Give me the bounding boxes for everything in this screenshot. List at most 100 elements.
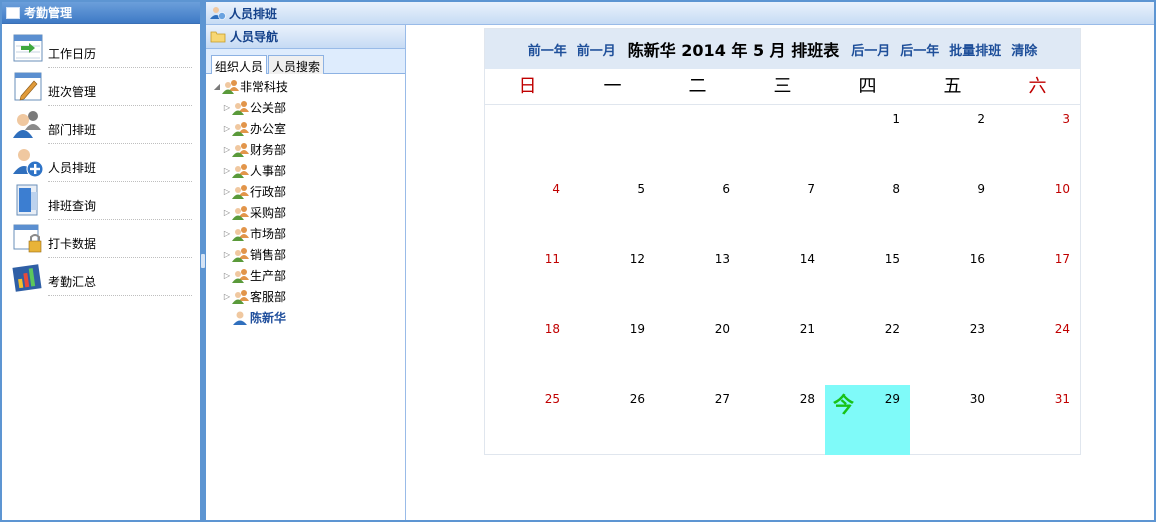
day-number: 8 — [892, 182, 900, 196]
collapsed-arrow-icon[interactable]: ▷ — [222, 271, 232, 280]
calendar-day-cell[interactable]: 26 — [570, 385, 655, 455]
calendar-day-cell[interactable]: 9 — [910, 175, 995, 245]
calendar-day-cell[interactable]: 5 — [570, 175, 655, 245]
day-number: 17 — [1054, 252, 1070, 266]
menu-item-shift-management[interactable]: 班次管理 — [12, 68, 192, 106]
menu-item-work-calendar[interactable]: 工作日历 — [12, 30, 192, 68]
calendar-day-cell[interactable]: 15 — [825, 245, 910, 315]
group-icon — [232, 289, 249, 304]
prev-year-link[interactable]: 前一年 — [528, 40, 567, 59]
prev-month-link[interactable]: 前一月 — [577, 40, 616, 59]
calendar-day-cell[interactable]: 20 — [655, 315, 740, 385]
tab-personnel-search[interactable]: 人员搜索 — [268, 55, 325, 74]
day-number: 26 — [629, 392, 645, 406]
day-number: 3 — [1062, 112, 1070, 126]
attendance-menu-title: 考勤管理 — [24, 6, 73, 20]
collapsed-arrow-icon[interactable]: ▷ — [222, 145, 232, 154]
menu-item-department-schedule[interactable]: 部门排班 — [12, 106, 192, 144]
menu-item-attendance-summary[interactable]: 考勤汇总 — [12, 258, 192, 296]
menu-item-label: 排班查询 — [48, 199, 97, 213]
collapsed-arrow-icon[interactable]: ▷ — [222, 229, 232, 238]
day-number: 30 — [969, 392, 985, 406]
calendar-day-cell[interactable]: 23 — [910, 315, 995, 385]
calendar-day-cell[interactable]: 8 — [825, 175, 910, 245]
calendar-day-cell[interactable]: 3 — [995, 105, 1080, 175]
collapsed-arrow-icon[interactable]: ▷ — [222, 166, 232, 175]
expanded-arrow-icon[interactable]: ◢ — [212, 82, 222, 91]
tree-node-department[interactable]: ▷ 生产部 — [222, 265, 286, 286]
weekday-label: 六 — [1028, 76, 1047, 97]
tree-node-user[interactable]: 陈新华 — [232, 307, 286, 328]
attendance-menu-panel: 考勤管理 工作日历 班次管理 部门排班 人员排班 排班查询 打卡数据 考勤汇总 — [2, 2, 200, 520]
collapsed-arrow-icon[interactable]: ▷ — [222, 187, 232, 196]
menu-item-personnel-schedule[interactable]: 人员排班 — [12, 144, 192, 182]
calendar-day-cell[interactable]: 14 — [740, 245, 825, 315]
group-icon — [232, 268, 249, 283]
calendar-day-cell[interactable]: 31 — [995, 385, 1080, 455]
day-number: 23 — [969, 322, 985, 336]
tree-node-root[interactable]: ◢ 非常科技 — [212, 76, 288, 97]
batch-schedule-link[interactable]: 批量排班 — [949, 40, 1001, 59]
menu-item-schedule-query[interactable]: 排班查询 — [12, 182, 192, 220]
calendar-toolbar: 前一年 前一月 陈新华 2014 年 5 月 排班表 后一月 后一年 批量排班 … — [485, 29, 1080, 69]
calendar-day-cell[interactable]: 16 — [910, 245, 995, 315]
department-label: 办公室 — [250, 122, 287, 136]
collapsed-arrow-icon[interactable]: ▷ — [222, 292, 232, 301]
personnel-schedule-header: 人员排班 — [206, 2, 1154, 25]
bar-chart-icon — [12, 264, 42, 292]
calendar-day-grid: 1 2 3 4 5 6 7 8 9 10 11 12 13 14 15 16 17 18 19 20 21 22 23 24 2… — [485, 105, 1080, 455]
next-year-link[interactable]: 后一年 — [900, 40, 939, 59]
tree-node-department[interactable]: ▷ 采购部 — [222, 202, 286, 223]
day-number: 7 — [807, 182, 815, 196]
calendar-day-cell[interactable]: 1 — [825, 105, 910, 175]
collapsed-arrow-icon[interactable]: ▷ — [222, 103, 232, 112]
collapsed-arrow-icon[interactable]: ▷ — [222, 208, 232, 217]
tree-node-department[interactable]: ▷ 行政部 — [222, 181, 286, 202]
calendar-day-cell[interactable]: 6 — [655, 175, 740, 245]
calendar-day-cell[interactable]: 19 — [570, 315, 655, 385]
tree-node-department[interactable]: ▷ 财务部 — [222, 139, 286, 160]
department-label: 行政部 — [250, 185, 287, 199]
personnel-schedule-title: 人员排班 — [229, 6, 278, 21]
calendar-day-cell[interactable]: 25 — [485, 385, 570, 455]
pencil-document-icon — [14, 72, 42, 101]
tab-organization[interactable]: 组织人员 — [211, 55, 268, 74]
calendar-day-cell[interactable]: 27 — [655, 385, 740, 455]
calendar-day-cell[interactable]: 12 — [570, 245, 655, 315]
group-icon — [232, 142, 249, 157]
calendar-day-cell[interactable]: 22 — [825, 315, 910, 385]
tree-node-department[interactable]: ▷ 办公室 — [222, 118, 286, 139]
day-number: 4 — [552, 182, 560, 196]
next-month-link[interactable]: 后一月 — [851, 40, 890, 59]
calendar-day-cell[interactable]: 21 — [740, 315, 825, 385]
calendar-day-cell[interactable]: 2 — [910, 105, 995, 175]
department-label: 销售部 — [250, 248, 287, 262]
calendar-day-cell[interactable]: 11 — [485, 245, 570, 315]
calendar-day-cell[interactable]: 30 — [910, 385, 995, 455]
clear-link[interactable]: 清除 — [1011, 40, 1037, 59]
tree-node-department[interactable]: ▷ 客服部 — [222, 286, 286, 307]
menu-item-punch-data[interactable]: 打卡数据 — [12, 220, 192, 258]
calendar-day-cell[interactable]: 18 — [485, 315, 570, 385]
calendar-day-cell[interactable]: 4 — [485, 175, 570, 245]
collapse-handle[interactable] — [201, 254, 205, 268]
group-icon — [232, 205, 249, 220]
tree-node-department[interactable]: ▷ 人事部 — [222, 160, 286, 181]
users-group-icon — [13, 111, 41, 138]
collapsed-arrow-icon[interactable]: ▷ — [222, 124, 232, 133]
tree-node-department[interactable]: ▷ 公关部 — [222, 97, 286, 118]
group-icon — [232, 121, 249, 136]
day-number: 19 — [629, 322, 645, 336]
calendar-day-cell[interactable]: 28 — [740, 385, 825, 455]
menu-item-label: 人员排班 — [48, 161, 97, 175]
calendar-day-cell[interactable]: 24 — [995, 315, 1080, 385]
calendar-day-cell[interactable]: 29 今 — [825, 385, 910, 455]
today-marker: 今 — [833, 393, 854, 417]
calendar-day-cell[interactable]: 17 — [995, 245, 1080, 315]
tree-node-department[interactable]: ▷ 市场部 — [222, 223, 286, 244]
collapsed-arrow-icon[interactable]: ▷ — [222, 250, 232, 259]
tree-node-department[interactable]: ▷ 销售部 — [222, 244, 286, 265]
calendar-day-cell[interactable]: 10 — [995, 175, 1080, 245]
calendar-day-cell[interactable]: 7 — [740, 175, 825, 245]
calendar-day-cell[interactable]: 13 — [655, 245, 740, 315]
